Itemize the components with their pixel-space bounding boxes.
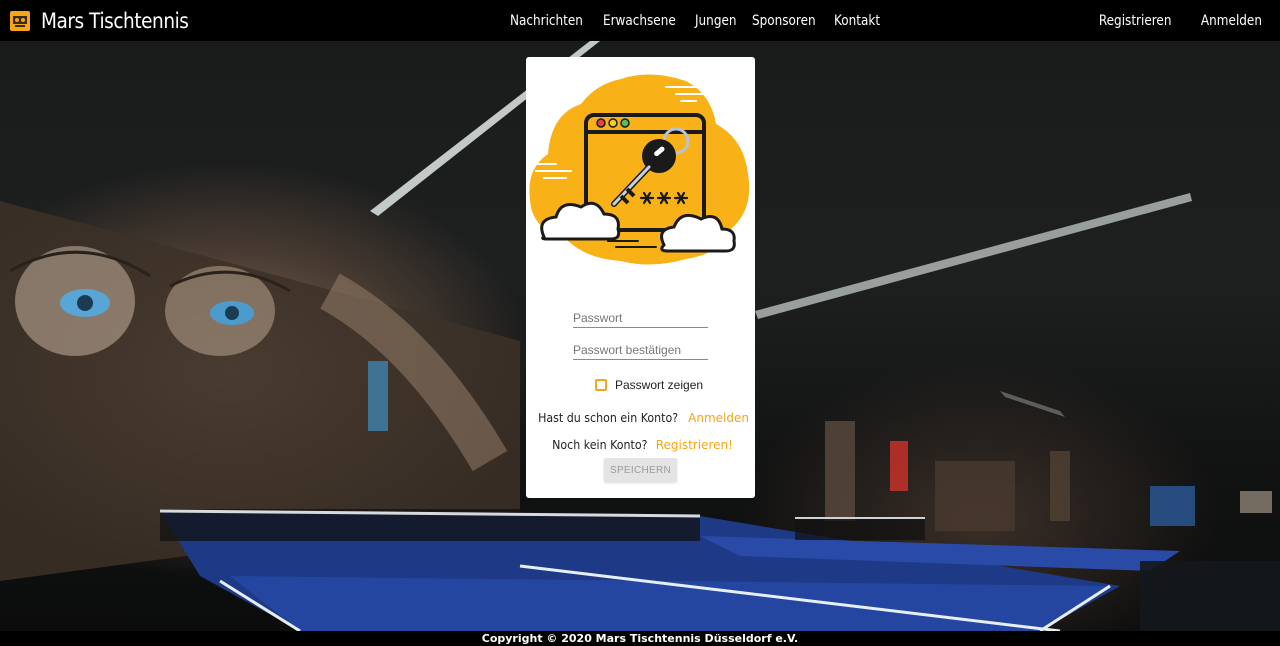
brand[interactable]: Mars Tischtennis (10, 9, 209, 33)
nav-item-sponsoren[interactable]: Sponsoren (752, 13, 816, 29)
password-card: Passwort zeigen Hast du schon ein Konto?… (526, 57, 755, 498)
password-input[interactable] (573, 308, 708, 328)
main-nav: Nachrichten Erwachsene Jungen Sponsoren … (510, 0, 895, 41)
account-nav: Registrieren Anmelden (1067, 0, 1262, 41)
have-account-line: Hast du schon ein Konto? Anmelden (526, 411, 755, 425)
nav-register-link[interactable]: Registrieren (1098, 13, 1171, 29)
nav-item-kontakt[interactable]: Kontakt (834, 13, 880, 29)
nav-item-jungen[interactable]: Jungen (695, 13, 736, 29)
password-confirm-input[interactable] (573, 340, 708, 360)
nav-item-erwachsene[interactable]: Erwachsene (603, 13, 676, 29)
no-account-line: Noch kein Konto? Registrieren! (526, 438, 755, 452)
login-link[interactable]: Anmelden (688, 411, 749, 425)
top-navbar: Mars Tischtennis Nachrichten Erwachsene … (0, 0, 1280, 41)
browser-key-illustration (529, 74, 750, 265)
save-button[interactable]: SPEICHERN (604, 458, 677, 482)
brand-name[interactable]: Mars Tischtennis (41, 9, 189, 33)
no-account-text: Noch kein Konto? (552, 438, 648, 452)
have-account-text: Hast du schon ein Konto? (538, 411, 679, 425)
footer-copyright: Copyright © 2020 Mars Tischtennis Düssel… (0, 631, 1280, 646)
nav-item-nachrichten[interactable]: Nachrichten (510, 13, 583, 29)
show-password-toggle[interactable]: Passwort zeigen (595, 378, 703, 392)
show-password-checkbox[interactable] (595, 379, 607, 391)
show-password-label: Passwort zeigen (615, 378, 704, 392)
brand-logo-icon[interactable] (10, 10, 30, 31)
register-link[interactable]: Registrieren! (656, 438, 733, 452)
nav-login-link[interactable]: Anmelden (1201, 13, 1262, 29)
